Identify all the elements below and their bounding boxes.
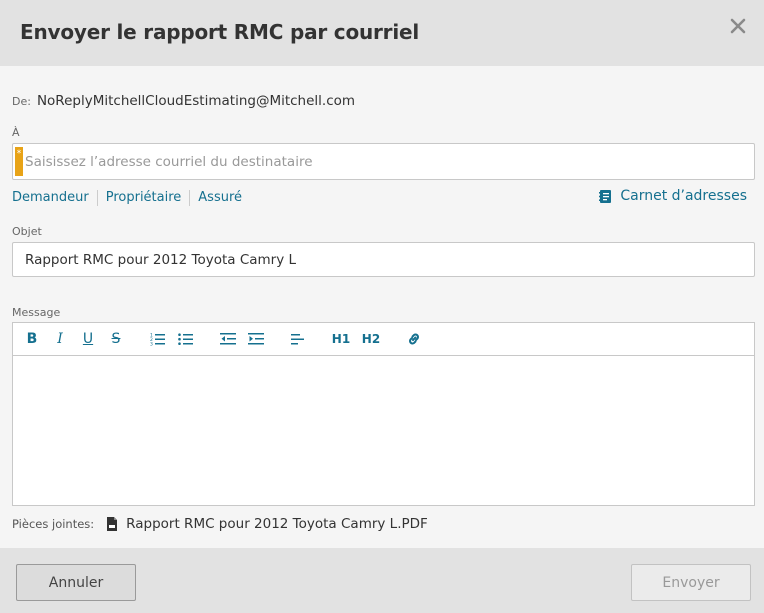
bold-button[interactable]: B [21, 328, 43, 350]
link-button[interactable] [403, 328, 425, 350]
from-row: De: NoReplyMitchellCloudEstimating@Mitch… [12, 93, 355, 109]
to-label: À [12, 126, 20, 139]
required-marker: * [15, 147, 23, 176]
address-book-icon [599, 189, 612, 203]
from-value: NoReplyMitchellCloudEstimating@Mitchell.… [36, 93, 356, 109]
dialog-body: De: NoReplyMitchellCloudEstimating@Mitch… [0, 66, 764, 548]
email-report-dialog: Envoyer le rapport RMC par courriel De: … [0, 0, 764, 613]
ordered-list-icon: 1 2 3 [150, 333, 165, 347]
attachments-label: Pièces jointes: [12, 517, 95, 531]
svg-text:3: 3 [150, 342, 153, 347]
dialog-footer: Annuler Envoyer [0, 548, 764, 613]
from-label: De: [12, 95, 31, 108]
quick-link-assure[interactable]: Assuré [189, 190, 250, 206]
strikethrough-icon: S [111, 331, 121, 347]
subject-field[interactable] [12, 242, 755, 277]
editor-toolbar: B I U S 1 2 3 H1 H2 [12, 322, 755, 355]
message-editor[interactable] [12, 355, 755, 506]
recipient-quick-links: Demandeur Propriétaire Assuré [12, 190, 250, 206]
underline-button[interactable]: U [77, 328, 99, 350]
bullet-list-icon [178, 333, 193, 345]
ordered-list-button[interactable]: 1 2 3 [147, 328, 169, 350]
link-icon [409, 333, 419, 345]
quick-link-demandeur[interactable]: Demandeur [12, 190, 97, 206]
italic-icon: I [57, 331, 63, 347]
pdf-file-icon [106, 517, 118, 531]
subject-input[interactable] [25, 243, 745, 276]
heading2-button[interactable]: H2 [359, 328, 383, 350]
bold-icon: B [26, 331, 38, 347]
attachment-file-name[interactable]: Rapport RMC pour 2012 Toyota Camry L.PDF [126, 516, 428, 532]
send-button[interactable]: Envoyer [631, 564, 751, 601]
to-field[interactable]: * [12, 143, 755, 180]
heading2-icon: H2 [361, 332, 381, 346]
outdent-button[interactable] [217, 328, 239, 350]
quick-link-proprietaire[interactable]: Propriétaire [96, 190, 190, 206]
message-label: Message [12, 306, 61, 319]
subject-label: Objet [12, 225, 42, 238]
to-input[interactable] [25, 144, 745, 179]
address-book-link[interactable]: Carnet d’adresses [598, 188, 747, 204]
underline-icon: U [82, 331, 94, 347]
close-icon [730, 18, 746, 34]
indent-icon [248, 333, 264, 345]
align-left-icon [291, 334, 304, 345]
attachments-row: Pièces jointes: Rapport RMC pour 2012 To… [12, 516, 428, 532]
heading1-icon: H1 [331, 332, 351, 346]
address-book-label: Carnet d’adresses [620, 188, 747, 204]
align-button[interactable] [287, 328, 309, 350]
cancel-button[interactable]: Annuler [16, 564, 136, 601]
dialog-header: Envoyer le rapport RMC par courriel [0, 0, 764, 66]
indent-button[interactable] [245, 328, 267, 350]
strikethrough-button[interactable]: S [105, 328, 127, 350]
bullet-list-button[interactable] [175, 328, 197, 350]
outdent-icon [220, 333, 236, 345]
italic-button[interactable]: I [49, 328, 71, 350]
dialog-title: Envoyer le rapport RMC par courriel [20, 20, 420, 44]
heading1-button[interactable]: H1 [329, 328, 353, 350]
close-button[interactable] [726, 14, 750, 38]
